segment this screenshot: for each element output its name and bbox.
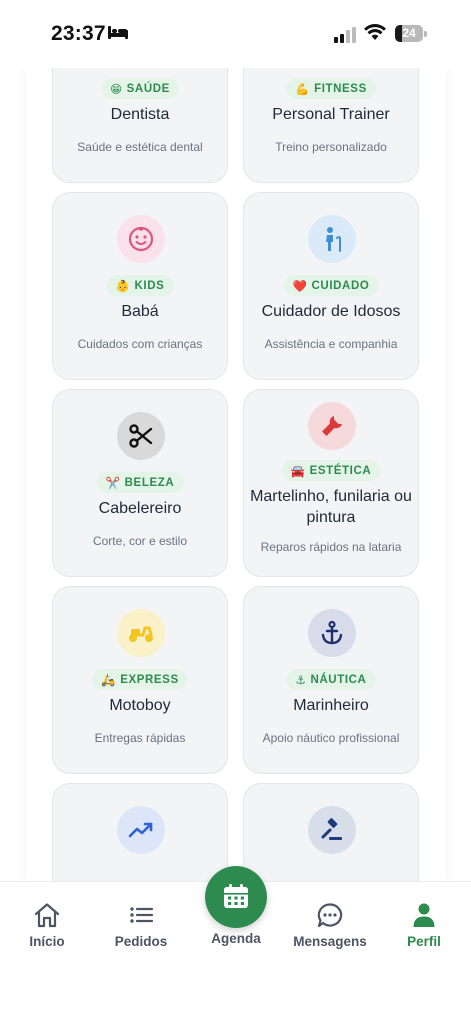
service-title: Personal Trainer [272,106,390,123]
status-bar: 23:37 24 [0,0,471,68]
home-icon [34,903,60,928]
category-badge: 🛵 EXPRESS [92,669,188,690]
wrench-icon [308,402,356,450]
service-subtitle: Entregas rápidas [94,731,186,745]
category-badge: ⚓ NÁUTICA [286,669,376,690]
service-card-martelinho[interactable]: 🚘 ESTÉTICA Martelinho, funilaria ou pintu… [243,389,419,577]
elderly-person-icon [308,215,356,263]
category-badge: 💪 FITNESS [286,78,376,99]
service-subtitle: Corte, cor e estilo [92,534,188,548]
list-icon [130,907,154,923]
service-subtitle: Cuidados com crianças [77,337,203,351]
service-title: Martelinho, funilaria ou pintura [250,488,412,526]
service-subtitle: Treino personalizado [275,140,387,154]
service-subtitle: Reparos rápidos na lataria [260,540,402,554]
service-title: Dentista [110,106,170,123]
tab-mensagens[interactable]: Mensagens [285,902,375,949]
category-badge: ❤️ CUIDADO [283,275,379,296]
tab-label: Mensagens [293,934,367,949]
scissors-icon [117,412,165,460]
service-subtitle: Assistência e companhia [264,337,398,351]
person-icon [413,903,435,927]
tab-label: Início [29,934,65,949]
category-badge: 😁 SAÚDE [101,78,179,99]
service-title: Cabelereiro [98,500,182,517]
agenda-button[interactable] [205,866,267,928]
service-title: Cuidador de Idosos [261,303,401,320]
chat-bubble-icon [317,903,343,928]
service-card-marinheiro[interactable]: ⚓ NÁUTICA Marinheiro Apoio náutico profis… [243,586,419,774]
battery-level: 24 [402,26,416,40]
tab-agenda-label: Agenda [211,931,261,946]
bed-icon [108,26,128,39]
service-subtitle: Saúde e estética dental [77,140,203,154]
anchor-icon [308,609,356,657]
cellular-signal-icon [334,27,356,43]
services-panel[interactable]: 😁 SAÚDE Dentista Saúde e estética dental … [26,68,446,881]
service-card-dentista[interactable]: 😁 SAÚDE Dentista Saúde e estética dental [52,68,228,183]
tab-label: Pedidos [114,934,168,949]
service-title: Marinheiro [293,697,369,714]
tab-pedidos[interactable]: Pedidos [96,902,186,949]
tab-label: Perfil [407,934,441,949]
service-title: Motoboy [109,697,171,714]
service-card-personal-trainer[interactable]: 💪 FITNESS Personal Trainer Treino persona… [243,68,419,183]
service-card-legal[interactable] [243,783,419,881]
service-card-trending[interactable] [52,783,228,881]
service-card-cuidador[interactable]: ❤️ CUIDADO Cuidador de Idosos Assistência… [243,192,419,380]
baby-face-icon [117,215,165,263]
calendar-icon [224,884,248,908]
service-title: Babá [121,303,159,320]
wifi-icon [364,24,386,40]
tab-inicio[interactable]: Início [2,902,92,949]
trending-up-icon [117,806,165,854]
service-card-baba[interactable]: 👶 KIDS Babá Cuidados com crianças [52,192,228,380]
category-badge: 🚘 ESTÉTICA [281,460,381,481]
status-time: 23:37 [51,22,106,45]
battery-icon: 24 [395,25,427,42]
category-badge: ✂️ BELEZA [96,472,184,493]
scooter-icon [117,609,165,657]
gavel-icon [308,806,356,854]
tab-perfil[interactable]: Perfil [379,902,469,949]
service-card-cabelereiro[interactable]: ✂️ BELEZA Cabelereiro Corte, cor e estilo [52,389,228,577]
category-badge: 👶 KIDS [106,275,174,296]
service-card-motoboy[interactable]: 🛵 EXPRESS Motoboy Entregas rápidas [52,586,228,774]
service-subtitle: Apoio náutico profissional [262,731,400,745]
